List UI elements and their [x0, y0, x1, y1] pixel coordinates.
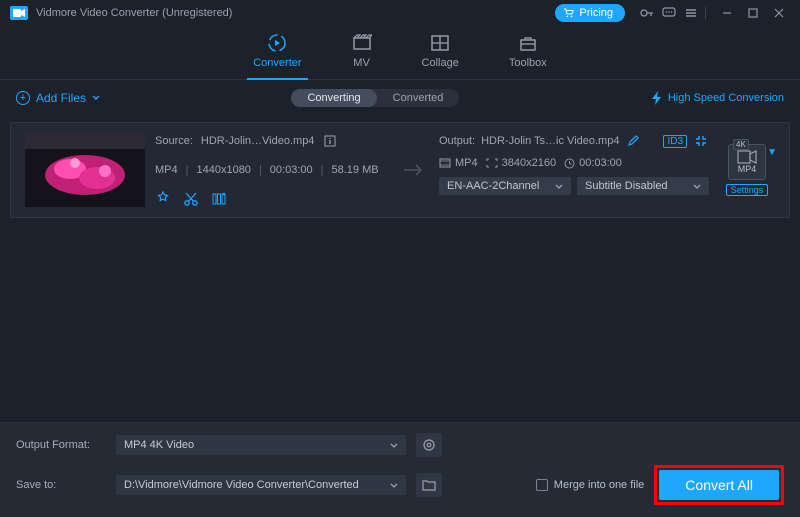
close-button[interactable]	[768, 5, 790, 21]
output-format-select[interactable]: MP4 4K Video	[116, 435, 406, 455]
chevron-down-icon	[693, 184, 701, 189]
toolbar: + Add Files Converting Converted High Sp…	[0, 80, 800, 116]
app-logo	[10, 6, 28, 20]
format-settings-icon[interactable]	[416, 433, 442, 457]
tab-collage[interactable]: Collage	[422, 33, 459, 73]
maximize-button[interactable]	[742, 5, 764, 21]
chevron-down-icon	[92, 95, 100, 101]
source-info-icon[interactable]	[322, 133, 338, 149]
edit-effects-icon[interactable]	[155, 191, 171, 207]
output-format: MP4	[455, 157, 478, 169]
merge-checkbox[interactable]: Merge into one file	[536, 479, 645, 491]
feedback-icon[interactable]	[661, 5, 677, 21]
output-prefix: Output:	[439, 135, 475, 147]
file-item: Source: HDR-Jolin…Video.mp4 MP4| 1440x10…	[10, 122, 790, 218]
video-file-icon	[737, 150, 757, 164]
audio-track-value: EN-AAC-2Channel	[447, 180, 539, 192]
tab-toolbox[interactable]: Toolbox	[509, 33, 547, 73]
format-ext: MP4	[738, 164, 757, 174]
rename-icon[interactable]	[625, 133, 641, 149]
subtab-converting[interactable]: Converting	[291, 89, 376, 107]
output-resolution: 3840x2160	[502, 157, 556, 169]
bottom-bar: Output Format: MP4 4K Video Save to: D:\…	[0, 422, 800, 517]
app-title: Vidmore Video Converter (Unregistered)	[36, 7, 232, 19]
bolt-icon	[651, 91, 663, 105]
arrow-right-icon	[399, 133, 429, 207]
source-column: Source: HDR-Jolin…Video.mp4 MP4| 1440x10…	[155, 133, 389, 207]
add-files-button[interactable]: + Add Files	[16, 91, 100, 105]
high-speed-label: High Speed Conversion	[668, 92, 784, 104]
converter-icon	[267, 33, 287, 53]
id3-button[interactable]: ID3	[663, 135, 687, 148]
source-size: 58.19 MB	[331, 164, 378, 176]
tab-mv[interactable]: MV	[352, 33, 372, 73]
merge-label: Merge into one file	[554, 479, 645, 491]
chevron-down-icon	[390, 483, 398, 488]
open-folder-button[interactable]	[416, 473, 442, 497]
film-icon	[439, 158, 451, 168]
tab-mv-label: MV	[353, 57, 370, 69]
minimize-button[interactable]	[716, 5, 738, 21]
source-format: MP4	[155, 164, 178, 176]
compress-icon[interactable]	[693, 133, 709, 149]
chevron-down-icon	[390, 443, 398, 448]
tab-collage-label: Collage	[422, 57, 459, 69]
audio-track-select[interactable]: EN-AAC-2Channel	[439, 177, 571, 195]
titlebar: Vidmore Video Converter (Unregistered) P…	[0, 0, 800, 26]
clock-icon	[564, 158, 575, 169]
output-filename: HDR-Jolin Ts…ic Video.mp4	[481, 135, 619, 147]
subtitle-value: Subtitle Disabled	[585, 180, 668, 192]
subtab-converted[interactable]: Converted	[377, 89, 460, 107]
output-format-value: MP4 4K Video	[124, 439, 194, 451]
register-key-icon[interactable]	[639, 5, 655, 21]
main-tabs: Converter MV Collage Toolbox	[0, 26, 800, 80]
save-to-label: Save to:	[16, 479, 106, 491]
mv-icon	[352, 33, 372, 53]
resolution-icon	[486, 158, 498, 168]
format-settings-button[interactable]: Settings	[726, 184, 769, 196]
cart-icon	[563, 8, 575, 18]
save-to-value: D:\Vidmore\Vidmore Video Converter\Conve…	[124, 479, 359, 491]
convert-all-button[interactable]: Convert All	[659, 470, 779, 500]
menu-icon[interactable]	[683, 5, 699, 21]
badge-4k: 4K	[733, 139, 749, 150]
tab-converter-label: Converter	[253, 57, 301, 69]
convert-highlight: Convert All	[654, 465, 784, 505]
enhance-icon[interactable]	[211, 191, 227, 207]
source-duration: 00:03:00	[270, 164, 313, 176]
source-prefix: Source:	[155, 135, 193, 147]
subtitle-select[interactable]: Subtitle Disabled	[577, 177, 709, 195]
save-to-select[interactable]: D:\Vidmore\Vidmore Video Converter\Conve…	[116, 475, 406, 495]
source-filename: HDR-Jolin…Video.mp4	[201, 135, 315, 147]
source-resolution: 1440x1080	[196, 164, 250, 176]
tab-converter[interactable]: Converter	[253, 33, 301, 73]
format-column: 4K MP4 ▼ Settings	[719, 133, 775, 207]
toolbox-icon	[518, 33, 538, 53]
chevron-down-icon	[555, 184, 563, 189]
tab-toolbox-label: Toolbox	[509, 57, 547, 69]
video-thumbnail[interactable]	[25, 133, 145, 207]
checkbox-icon	[536, 479, 548, 491]
format-dropdown-caret[interactable]: ▼	[767, 147, 777, 158]
output-format-box[interactable]: 4K MP4	[728, 144, 766, 180]
subtabs: Converting Converted	[291, 89, 459, 107]
pricing-label: Pricing	[579, 7, 613, 19]
pricing-button[interactable]: Pricing	[555, 4, 625, 22]
collage-icon	[430, 33, 450, 53]
plus-circle-icon: +	[16, 91, 30, 105]
output-duration: 00:03:00	[579, 157, 622, 169]
output-format-label: Output Format:	[16, 439, 106, 451]
add-files-label: Add Files	[36, 91, 86, 105]
trim-icon[interactable]	[183, 191, 199, 207]
high-speed-conversion-button[interactable]: High Speed Conversion	[651, 91, 784, 105]
output-column: Output: HDR-Jolin Ts…ic Video.mp4 ID3 MP…	[439, 133, 709, 207]
